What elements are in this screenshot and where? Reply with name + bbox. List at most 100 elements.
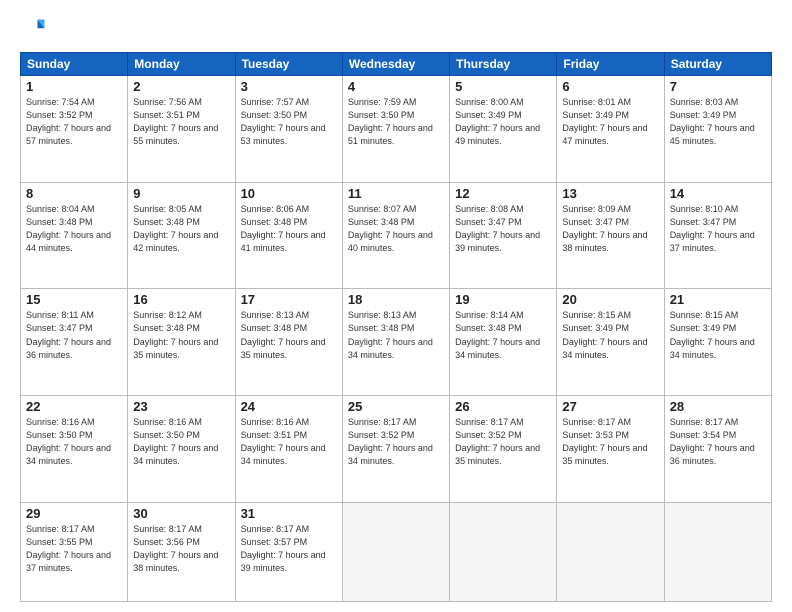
weekday-header-cell: Thursday bbox=[450, 53, 557, 76]
logo-icon bbox=[20, 16, 48, 44]
day-info: Sunrise: 8:05 AMSunset: 3:48 PMDaylight:… bbox=[133, 203, 229, 255]
day-info: Sunrise: 8:04 AMSunset: 3:48 PMDaylight:… bbox=[26, 203, 122, 255]
calendar-cell: 25 Sunrise: 8:17 AMSunset: 3:52 PMDayligh… bbox=[342, 396, 449, 503]
day-number: 11 bbox=[348, 186, 444, 201]
calendar-week-row: 15Sunrise: 8:11 AMSunset: 3:47 PMDayligh… bbox=[21, 289, 772, 396]
calendar-cell: 20 Sunrise: 8:15 AMSunset: 3:49 PMDayligh… bbox=[557, 289, 664, 396]
calendar-cell: 28 Sunrise: 8:17 AMSunset: 3:54 PMDayligh… bbox=[664, 396, 771, 503]
day-number: 30 bbox=[133, 506, 229, 521]
calendar-cell: 3 Sunrise: 7:57 AMSunset: 3:50 PMDaylight… bbox=[235, 76, 342, 183]
calendar-week-row: 22 Sunrise: 8:16 AMSunset: 3:50 PMDayligh… bbox=[21, 396, 772, 503]
day-info: Sunrise: 7:56 AMSunset: 3:51 PMDaylight:… bbox=[133, 96, 229, 148]
day-info: Sunrise: 8:16 AMSunset: 3:50 PMDaylight:… bbox=[133, 416, 229, 468]
calendar-cell: 6Sunrise: 8:01 AMSunset: 3:49 PMDaylight… bbox=[557, 76, 664, 183]
day-number: 5 bbox=[455, 79, 551, 94]
day-number: 25 bbox=[348, 399, 444, 414]
day-number: 31 bbox=[241, 506, 337, 521]
calendar-cell: 15Sunrise: 8:11 AMSunset: 3:47 PMDayligh… bbox=[21, 289, 128, 396]
calendar-cell bbox=[557, 502, 664, 601]
day-info: Sunrise: 8:06 AMSunset: 3:48 PMDaylight:… bbox=[241, 203, 337, 255]
calendar-week-row: 29 Sunrise: 8:17 AMSunset: 3:55 PMDayligh… bbox=[21, 502, 772, 601]
weekday-header-cell: Friday bbox=[557, 53, 664, 76]
day-number: 9 bbox=[133, 186, 229, 201]
calendar-cell: 30 Sunrise: 8:17 AMSunset: 3:56 PMDayligh… bbox=[128, 502, 235, 601]
calendar-cell: 29 Sunrise: 8:17 AMSunset: 3:55 PMDayligh… bbox=[21, 502, 128, 601]
calendar-cell: 26Sunrise: 8:17 AMSunset: 3:52 PMDayligh… bbox=[450, 396, 557, 503]
day-number: 18 bbox=[348, 292, 444, 307]
calendar-cell: 18 Sunrise: 8:13 AMSunset: 3:48 PMDayligh… bbox=[342, 289, 449, 396]
day-info: Sunrise: 8:17 AMSunset: 3:54 PMDaylight:… bbox=[670, 416, 766, 468]
day-number: 12 bbox=[455, 186, 551, 201]
weekday-header-row: SundayMondayTuesdayWednesdayThursdayFrid… bbox=[21, 53, 772, 76]
calendar-cell: 16 Sunrise: 8:12 AMSunset: 3:48 PMDayligh… bbox=[128, 289, 235, 396]
calendar-cell: 21 Sunrise: 8:15 AMSunset: 3:49 PMDayligh… bbox=[664, 289, 771, 396]
day-info: Sunrise: 8:17 AMSunset: 3:56 PMDaylight:… bbox=[133, 523, 229, 575]
day-number: 23 bbox=[133, 399, 229, 414]
day-info: Sunrise: 8:17 AMSunset: 3:52 PMDaylight:… bbox=[455, 416, 551, 468]
day-info: Sunrise: 7:59 AMSunset: 3:50 PMDaylight:… bbox=[348, 96, 444, 148]
day-info: Sunrise: 8:17 AMSunset: 3:55 PMDaylight:… bbox=[26, 523, 122, 575]
calendar-week-row: 1Sunrise: 7:54 AMSunset: 3:52 PMDaylight… bbox=[21, 76, 772, 183]
calendar-cell bbox=[450, 502, 557, 601]
day-number: 13 bbox=[562, 186, 658, 201]
day-number: 20 bbox=[562, 292, 658, 307]
calendar-cell: 5 Sunrise: 8:00 AMSunset: 3:49 PMDaylight… bbox=[450, 76, 557, 183]
weekday-header-cell: Tuesday bbox=[235, 53, 342, 76]
day-number: 1 bbox=[26, 79, 122, 94]
calendar-cell bbox=[664, 502, 771, 601]
day-info: Sunrise: 8:01 AMSunset: 3:49 PMDaylight:… bbox=[562, 96, 658, 148]
calendar-cell: 23 Sunrise: 8:16 AMSunset: 3:50 PMDayligh… bbox=[128, 396, 235, 503]
day-info: Sunrise: 8:10 AMSunset: 3:47 PMDaylight:… bbox=[670, 203, 766, 255]
day-info: Sunrise: 8:14 AMSunset: 3:48 PMDaylight:… bbox=[455, 309, 551, 361]
day-number: 27 bbox=[562, 399, 658, 414]
calendar-table: SundayMondayTuesdayWednesdayThursdayFrid… bbox=[20, 52, 772, 602]
day-number: 14 bbox=[670, 186, 766, 201]
calendar-cell: 27Sunrise: 8:17 AMSunset: 3:53 PMDayligh… bbox=[557, 396, 664, 503]
weekday-header-cell: Monday bbox=[128, 53, 235, 76]
day-info: Sunrise: 8:15 AMSunset: 3:49 PMDaylight:… bbox=[562, 309, 658, 361]
weekday-header-cell: Saturday bbox=[664, 53, 771, 76]
logo bbox=[20, 16, 52, 44]
calendar-cell: 31 Sunrise: 8:17 AMSunset: 3:57 PMDayligh… bbox=[235, 502, 342, 601]
day-info: Sunrise: 8:16 AMSunset: 3:51 PMDaylight:… bbox=[241, 416, 337, 468]
calendar-cell: 7Sunrise: 8:03 AMSunset: 3:49 PMDaylight… bbox=[664, 76, 771, 183]
calendar-body: 1Sunrise: 7:54 AMSunset: 3:52 PMDaylight… bbox=[21, 76, 772, 602]
day-number: 10 bbox=[241, 186, 337, 201]
day-info: Sunrise: 8:17 AMSunset: 3:52 PMDaylight:… bbox=[348, 416, 444, 468]
calendar-cell: 4 Sunrise: 7:59 AMSunset: 3:50 PMDaylight… bbox=[342, 76, 449, 183]
day-info: Sunrise: 8:12 AMSunset: 3:48 PMDaylight:… bbox=[133, 309, 229, 361]
day-number: 29 bbox=[26, 506, 122, 521]
day-info: Sunrise: 8:13 AMSunset: 3:48 PMDaylight:… bbox=[348, 309, 444, 361]
calendar-cell: 2 Sunrise: 7:56 AMSunset: 3:51 PMDaylight… bbox=[128, 76, 235, 183]
day-info: Sunrise: 8:17 AMSunset: 3:57 PMDaylight:… bbox=[241, 523, 337, 575]
day-number: 2 bbox=[133, 79, 229, 94]
calendar-cell: 17 Sunrise: 8:13 AMSunset: 3:48 PMDayligh… bbox=[235, 289, 342, 396]
day-info: Sunrise: 8:11 AMSunset: 3:47 PMDaylight:… bbox=[26, 309, 122, 361]
calendar-cell: 9 Sunrise: 8:05 AMSunset: 3:48 PMDaylight… bbox=[128, 182, 235, 289]
day-number: 24 bbox=[241, 399, 337, 414]
day-info: Sunrise: 8:13 AMSunset: 3:48 PMDaylight:… bbox=[241, 309, 337, 361]
day-number: 4 bbox=[348, 79, 444, 94]
day-number: 19 bbox=[455, 292, 551, 307]
day-info: Sunrise: 8:09 AMSunset: 3:47 PMDaylight:… bbox=[562, 203, 658, 255]
calendar-cell: 22 Sunrise: 8:16 AMSunset: 3:50 PMDayligh… bbox=[21, 396, 128, 503]
day-number: 21 bbox=[670, 292, 766, 307]
day-info: Sunrise: 8:07 AMSunset: 3:48 PMDaylight:… bbox=[348, 203, 444, 255]
day-info: Sunrise: 8:16 AMSunset: 3:50 PMDaylight:… bbox=[26, 416, 122, 468]
day-number: 3 bbox=[241, 79, 337, 94]
day-info: Sunrise: 7:57 AMSunset: 3:50 PMDaylight:… bbox=[241, 96, 337, 148]
calendar-cell: 12 Sunrise: 8:08 AMSunset: 3:47 PMDayligh… bbox=[450, 182, 557, 289]
day-number: 16 bbox=[133, 292, 229, 307]
calendar-cell: 8Sunrise: 8:04 AMSunset: 3:48 PMDaylight… bbox=[21, 182, 128, 289]
day-number: 28 bbox=[670, 399, 766, 414]
calendar-week-row: 8Sunrise: 8:04 AMSunset: 3:48 PMDaylight… bbox=[21, 182, 772, 289]
day-info: Sunrise: 8:00 AMSunset: 3:49 PMDaylight:… bbox=[455, 96, 551, 148]
day-info: Sunrise: 8:08 AMSunset: 3:47 PMDaylight:… bbox=[455, 203, 551, 255]
day-number: 22 bbox=[26, 399, 122, 414]
day-number: 17 bbox=[241, 292, 337, 307]
day-info: Sunrise: 8:03 AMSunset: 3:49 PMDaylight:… bbox=[670, 96, 766, 148]
calendar-page: SundayMondayTuesdayWednesdayThursdayFrid… bbox=[0, 0, 792, 612]
calendar-cell: 14 Sunrise: 8:10 AMSunset: 3:47 PMDayligh… bbox=[664, 182, 771, 289]
calendar-cell: 10 Sunrise: 8:06 AMSunset: 3:48 PMDayligh… bbox=[235, 182, 342, 289]
day-info: Sunrise: 8:15 AMSunset: 3:49 PMDaylight:… bbox=[670, 309, 766, 361]
